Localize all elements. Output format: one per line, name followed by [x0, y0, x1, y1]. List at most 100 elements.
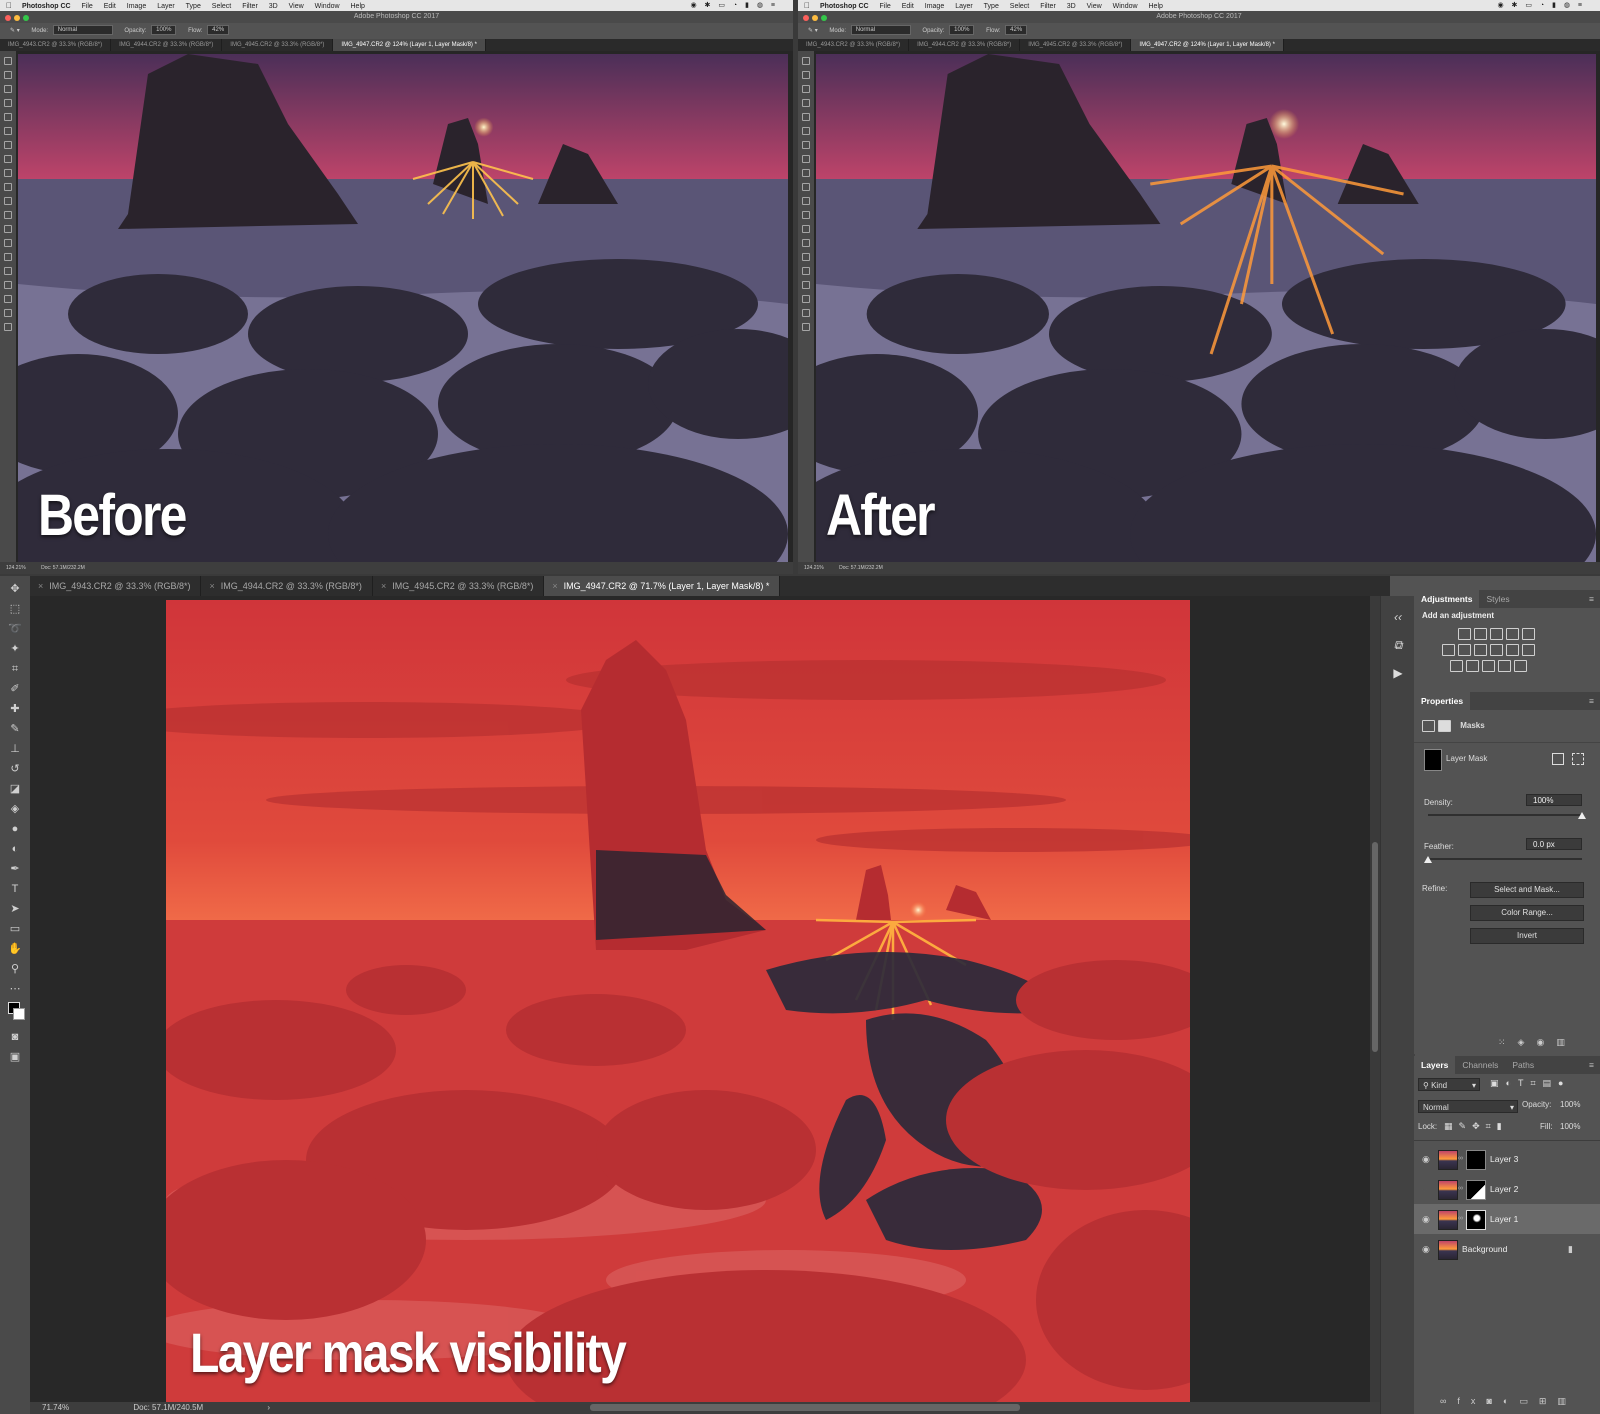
levels-icon[interactable] [1474, 628, 1487, 640]
layer-row-layer-1[interactable]: ◉ ∞ Layer 1 [1414, 1204, 1600, 1234]
hand-tool-icon[interactable] [4, 309, 12, 317]
visibility-eye-icon[interactable]: ◉ [1422, 1234, 1432, 1264]
stamp-tool-icon[interactable] [4, 169, 12, 177]
filter-toggle-icon[interactable]: ● [1558, 1078, 1570, 1088]
color-balance-icon[interactable] [1458, 644, 1471, 656]
new-group-icon[interactable]: ▭ [1519, 1396, 1539, 1406]
tab-img-4943[interactable]: × IMG_4943.CR2 @ 33.3% (RGB/8*) [30, 576, 202, 596]
brightness-icon[interactable] [1458, 628, 1471, 640]
posterize-icon[interactable] [1466, 660, 1479, 672]
eraser-tool-icon[interactable] [802, 197, 810, 205]
eraser-tool-icon[interactable] [4, 197, 12, 205]
healing-brush-icon[interactable]: ✚ [8, 702, 22, 716]
minimize-icon[interactable] [812, 15, 818, 21]
tab-img-4945[interactable]: × IMG_4945.CR2 @ 33.3% (RGB/8*) [373, 576, 545, 596]
layer-row-layer-3[interactable]: ◉ ∞ Layer 3 [1414, 1144, 1600, 1174]
new-adjustment-icon[interactable]: ◐ [1503, 1396, 1519, 1406]
selective-color-icon[interactable] [1498, 660, 1511, 672]
zoom-tool-icon[interactable] [802, 323, 810, 331]
pen-tool-icon[interactable] [802, 253, 810, 261]
select-and-mask-button[interactable]: Select and Mask... [1470, 882, 1584, 898]
link-icon[interactable]: ∞ [1458, 1204, 1463, 1234]
link-layers-icon[interactable]: ∞ [1440, 1396, 1457, 1406]
tab-img-4944[interactable]: IMG_4944.CR2 @ 33.3% (RGB/8*) [111, 39, 223, 51]
feather-slider-handle[interactable] [1424, 856, 1432, 863]
visibility-eye-hidden-icon[interactable]: ○ [1422, 1174, 1432, 1204]
shape-tool-icon[interactable] [4, 295, 12, 303]
scroll-thumb[interactable] [1372, 842, 1378, 1052]
mask-thumbnail[interactable] [1466, 1210, 1486, 1230]
mode-select[interactable]: Normal [850, 25, 911, 36]
eraser-tool-icon[interactable]: ◪ [8, 782, 22, 796]
load-selection-icon[interactable]: ⁙ [1498, 1037, 1518, 1047]
add-mask-icon[interactable]: ◙ [1486, 1396, 1502, 1406]
shape-tool-icon[interactable] [802, 295, 810, 303]
select-mask-icon[interactable] [1552, 753, 1564, 765]
photo-filter-icon[interactable] [1490, 644, 1503, 656]
blur-tool-icon[interactable] [802, 225, 810, 233]
hue-saturation-icon[interactable] [1442, 644, 1455, 656]
adjustment-filter-icon[interactable]: ◐ [1506, 1078, 1518, 1088]
gradient-tool-icon[interactable] [4, 211, 12, 219]
vibrance-icon[interactable] [1522, 628, 1535, 640]
visibility-eye-icon[interactable]: ◉ [1422, 1144, 1432, 1174]
exposure-icon[interactable] [1506, 628, 1519, 640]
path-select-icon[interactable] [4, 281, 12, 289]
wand-tool-icon[interactable] [802, 99, 810, 107]
vertical-scrollbar[interactable] [1370, 596, 1380, 1402]
blend-mode-select[interactable]: Normal ▾ [1418, 1100, 1518, 1113]
paint-bucket-icon[interactable]: ◈ [8, 802, 22, 816]
tab-paths[interactable]: Paths [1505, 1056, 1541, 1074]
lasso-tool-icon[interactable] [4, 85, 12, 93]
link-icon[interactable]: ∞ [1458, 1144, 1463, 1174]
link-icon[interactable]: ∞ [1458, 1174, 1463, 1204]
tab-img-4947[interactable]: IMG_4947.CR2 @ 124% (Layer 1, Layer Mask… [1131, 39, 1284, 51]
stamp-tool-icon[interactable] [802, 169, 810, 177]
lock-all-icon[interactable]: ▮ [1497, 1121, 1508, 1131]
density-slider-handle[interactable] [1578, 812, 1586, 819]
tab-img-4947[interactable]: × IMG_4947.CR2 @ 71.7% (Layer 1, Layer Ma… [544, 576, 781, 596]
hand-tool-icon[interactable] [802, 309, 810, 317]
mode-select[interactable]: Normal [52, 25, 113, 36]
density-slider[interactable] [1428, 814, 1582, 816]
tab-img-4944[interactable]: × IMG_4944.CR2 @ 33.3% (RGB/8*) [201, 576, 373, 596]
feather-slider[interactable] [1428, 858, 1582, 860]
quick-mask-icon[interactable]: ◙ [8, 1030, 22, 1044]
path-selection-icon[interactable]: ➤ [8, 902, 22, 916]
mask-thumbnail[interactable] [1466, 1180, 1486, 1200]
tab-adjustments[interactable]: Adjustments [1414, 590, 1480, 608]
channel-mixer-icon[interactable] [1506, 644, 1519, 656]
lock-pixels-icon[interactable]: ✎ [1459, 1121, 1473, 1131]
panel-menu-icon[interactable]: ≡ [1589, 1056, 1594, 1074]
panel-menu-icon[interactable]: ≡ [1589, 590, 1594, 608]
tab-img-4943[interactable]: IMG_4943.CR2 @ 33.3% (RGB/8*) [798, 39, 910, 51]
move-tool-icon[interactable] [802, 57, 810, 65]
curves-icon[interactable] [1490, 628, 1503, 640]
type-filter-icon[interactable]: T [1518, 1078, 1531, 1088]
tab-img-4945[interactable]: IMG_4945.CR2 @ 33.3% (RGB/8*) [1020, 39, 1132, 51]
zoom-icon[interactable] [23, 15, 29, 21]
tab-close-icon[interactable]: × [552, 581, 557, 591]
invert-icon[interactable] [1450, 660, 1463, 672]
invert-button[interactable]: Invert [1470, 928, 1584, 944]
brush-tool-icon[interactable]: ✎ [8, 722, 22, 736]
panel-menu-icon[interactable]: ≡ [1589, 692, 1594, 710]
marquee-tool-icon[interactable] [802, 71, 810, 79]
layer-row-layer-2[interactable]: ○ ∞ Layer 2 [1414, 1174, 1600, 1204]
eyedropper-tool-icon[interactable]: ✐ [8, 682, 22, 696]
status-arrow-icon[interactable]: › [267, 1403, 270, 1412]
move-tool-icon[interactable] [4, 57, 12, 65]
foreground-background-swatch[interactable] [8, 1002, 25, 1024]
mask-overlay-photo[interactable] [166, 600, 1190, 1402]
more-tools-icon[interactable]: ⋯ [8, 982, 22, 996]
apple-icon[interactable]:  [6, 0, 12, 11]
wand-tool-icon[interactable] [4, 99, 12, 107]
horizontal-scroll-thumb[interactable] [590, 1404, 1020, 1411]
pen-tool-icon[interactable] [4, 253, 12, 261]
fx-icon[interactable]: fx [1457, 1396, 1486, 1406]
apply-mask-icon[interactable] [1572, 753, 1584, 765]
delete-layer-icon[interactable]: ▥ [1557, 1396, 1577, 1406]
tab-close-icon[interactable]: × [209, 581, 214, 591]
apple-icon[interactable]:  [804, 0, 810, 11]
history-brush-icon[interactable] [4, 183, 12, 191]
